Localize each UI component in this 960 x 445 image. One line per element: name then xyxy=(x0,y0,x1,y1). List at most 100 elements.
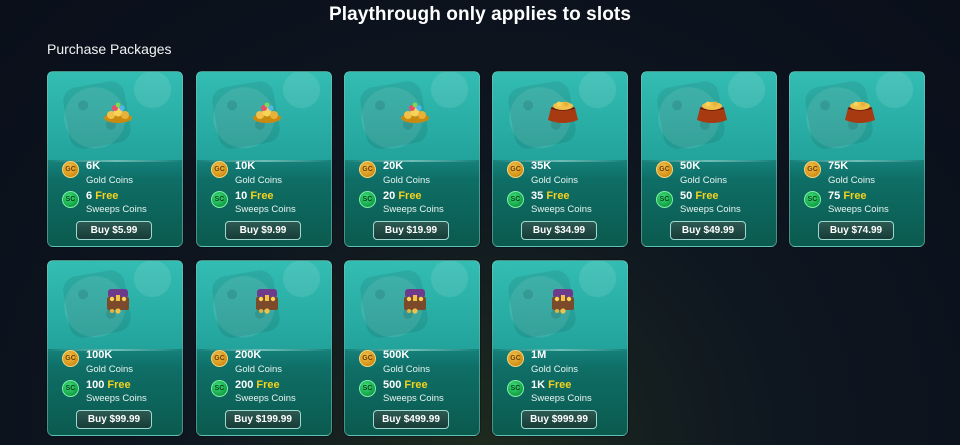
buy-button[interactable]: Buy $5.99 xyxy=(76,221,152,240)
coin-pile-icon xyxy=(253,102,281,123)
sweeps-coin-icon: SC xyxy=(359,191,376,208)
sweeps-coins-label: Sweeps Coins xyxy=(531,393,592,404)
buy-button[interactable]: Buy $99.99 xyxy=(76,410,152,429)
gold-coin-icon: GC xyxy=(62,161,79,178)
gold-coin-icon: GC xyxy=(62,350,79,367)
sweeps-coin-icon: SC xyxy=(804,191,821,208)
sweeps-coins-label: Sweeps Coins xyxy=(86,204,147,215)
sweeps-coins-label: Sweeps Coins xyxy=(235,204,296,215)
gold-coin-amount: 35K xyxy=(531,160,552,172)
coin-pot-icon xyxy=(697,101,727,123)
free-label: Free xyxy=(404,379,428,391)
coin-pot-icon xyxy=(548,101,578,123)
gold-coin-amount: 100K xyxy=(86,349,113,361)
coin-pile-icon xyxy=(104,102,132,123)
free-label: Free xyxy=(843,190,867,202)
buy-button[interactable]: Buy $19.99 xyxy=(373,221,449,240)
sweeps-coin-amount: 10 Free xyxy=(235,190,274,202)
gold-coins-label: Gold Coins xyxy=(680,175,727,186)
gold-coins-label: Gold Coins xyxy=(531,175,578,186)
sweeps-coins-label: Sweeps Coins xyxy=(86,393,147,404)
gold-coin-amount: 50K xyxy=(680,160,701,172)
package-card[interactable]: GC 100K Gold Coins SC 100 Free Sweeps Co… xyxy=(47,260,183,436)
treasure-chest-icon xyxy=(256,289,278,314)
buy-button[interactable]: Buy $999.99 xyxy=(521,410,597,429)
sweeps-coin-icon: SC xyxy=(359,380,376,397)
sweeps-coin-amount: 6 Free xyxy=(86,190,119,202)
buy-button[interactable]: Buy $49.99 xyxy=(670,221,746,240)
free-label: Free xyxy=(250,190,274,202)
buy-button[interactable]: Buy $499.99 xyxy=(373,410,449,429)
gold-coins-label: Gold Coins xyxy=(531,364,578,375)
sweeps-coin-amount: 20 Free xyxy=(383,190,422,202)
gold-coin-amount: 20K xyxy=(383,160,404,172)
package-card[interactable]: GC 200K Gold Coins SC 200 Free Sweeps Co… xyxy=(196,260,332,436)
buy-button[interactable]: Buy $9.99 xyxy=(225,221,301,240)
package-card[interactable]: GC 500K Gold Coins SC 500 Free Sweeps Co… xyxy=(344,260,480,436)
gold-coin-amount: 1M xyxy=(531,349,547,361)
free-label: Free xyxy=(398,190,422,202)
sweeps-coins-label: Sweeps Coins xyxy=(383,204,444,215)
sweeps-coin-icon: SC xyxy=(62,380,79,397)
gold-coin-icon: GC xyxy=(507,161,524,178)
playthrough-banner: Playthrough only applies to slots xyxy=(328,4,632,25)
coin-pot-icon xyxy=(845,101,875,123)
sweeps-coins-label: Sweeps Coins xyxy=(828,204,889,215)
sweeps-coin-icon: SC xyxy=(211,380,228,397)
package-card[interactable]: GC 50K Gold Coins SC 50 Free Sweeps Coin… xyxy=(641,71,777,247)
gold-coins-label: Gold Coins xyxy=(86,175,133,186)
free-label: Free xyxy=(95,190,119,202)
sweeps-coin-amount: 75 Free xyxy=(828,190,867,202)
free-label: Free xyxy=(107,379,131,391)
gold-coin-icon: GC xyxy=(656,161,673,178)
sweeps-coin-icon: SC xyxy=(507,191,524,208)
sweeps-coin-amount: 50 Free xyxy=(680,190,719,202)
sweeps-coin-icon: SC xyxy=(211,191,228,208)
sweeps-coin-icon: SC xyxy=(507,380,524,397)
buy-button[interactable]: Buy $74.99 xyxy=(818,221,894,240)
gold-coins-label: Gold Coins xyxy=(383,175,430,186)
free-label: Free xyxy=(548,379,572,391)
gold-coin-amount: 6K xyxy=(86,160,101,172)
gold-coins-label: Gold Coins xyxy=(86,364,133,375)
free-label: Free xyxy=(256,379,280,391)
purchase-packages-title: Purchase Packages xyxy=(47,41,172,57)
package-card[interactable]: GC 6K Gold Coins SC 6 Free Sweeps Coins … xyxy=(47,71,183,247)
treasure-chest-icon xyxy=(552,289,574,314)
gold-coin-icon: GC xyxy=(359,161,376,178)
buy-button[interactable]: Buy $34.99 xyxy=(521,221,597,240)
package-card[interactable]: GC 20K Gold Coins SC 20 Free Sweeps Coin… xyxy=(344,71,480,247)
gold-coin-icon: GC xyxy=(211,161,228,178)
sweeps-coin-amount: 100 Free xyxy=(86,379,131,391)
sweeps-coin-amount: 500 Free xyxy=(383,379,428,391)
package-card[interactable]: GC 1M Gold Coins SC 1K Free Sweeps Coins… xyxy=(492,260,628,436)
gold-coins-label: Gold Coins xyxy=(235,364,282,375)
gold-coin-icon: GC xyxy=(507,350,524,367)
buy-button[interactable]: Buy $199.99 xyxy=(225,410,301,429)
gold-coin-amount: 200K xyxy=(235,349,262,361)
package-card[interactable]: GC 10K Gold Coins SC 10 Free Sweeps Coin… xyxy=(196,71,332,247)
gold-coin-amount: 500K xyxy=(383,349,410,361)
gold-coin-amount: 10K xyxy=(235,160,256,172)
free-label: Free xyxy=(546,190,570,202)
sweeps-coins-label: Sweeps Coins xyxy=(680,204,741,215)
sweeps-coin-icon: SC xyxy=(656,191,673,208)
treasure-chest-icon xyxy=(107,289,129,314)
gold-coin-icon: GC xyxy=(359,350,376,367)
gold-coins-label: Gold Coins xyxy=(235,175,282,186)
sweeps-coin-amount: 200 Free xyxy=(235,379,280,391)
sweeps-coin-icon: SC xyxy=(62,191,79,208)
sweeps-coin-amount: 35 Free xyxy=(531,190,570,202)
sweeps-coin-amount: 1K Free xyxy=(531,379,572,391)
gold-coins-label: Gold Coins xyxy=(383,364,430,375)
gold-coins-label: Gold Coins xyxy=(828,175,875,186)
sweeps-coins-label: Sweeps Coins xyxy=(383,393,444,404)
sweeps-coins-label: Sweeps Coins xyxy=(531,204,592,215)
gold-coin-amount: 75K xyxy=(828,160,849,172)
gold-coin-icon: GC xyxy=(804,161,821,178)
sweeps-coins-label: Sweeps Coins xyxy=(235,393,296,404)
package-card[interactable]: GC 75K Gold Coins SC 75 Free Sweeps Coin… xyxy=(789,71,925,247)
package-card[interactable]: GC 35K Gold Coins SC 35 Free Sweeps Coin… xyxy=(492,71,628,247)
treasure-chest-icon xyxy=(404,289,426,314)
coin-pile-icon xyxy=(401,102,429,123)
